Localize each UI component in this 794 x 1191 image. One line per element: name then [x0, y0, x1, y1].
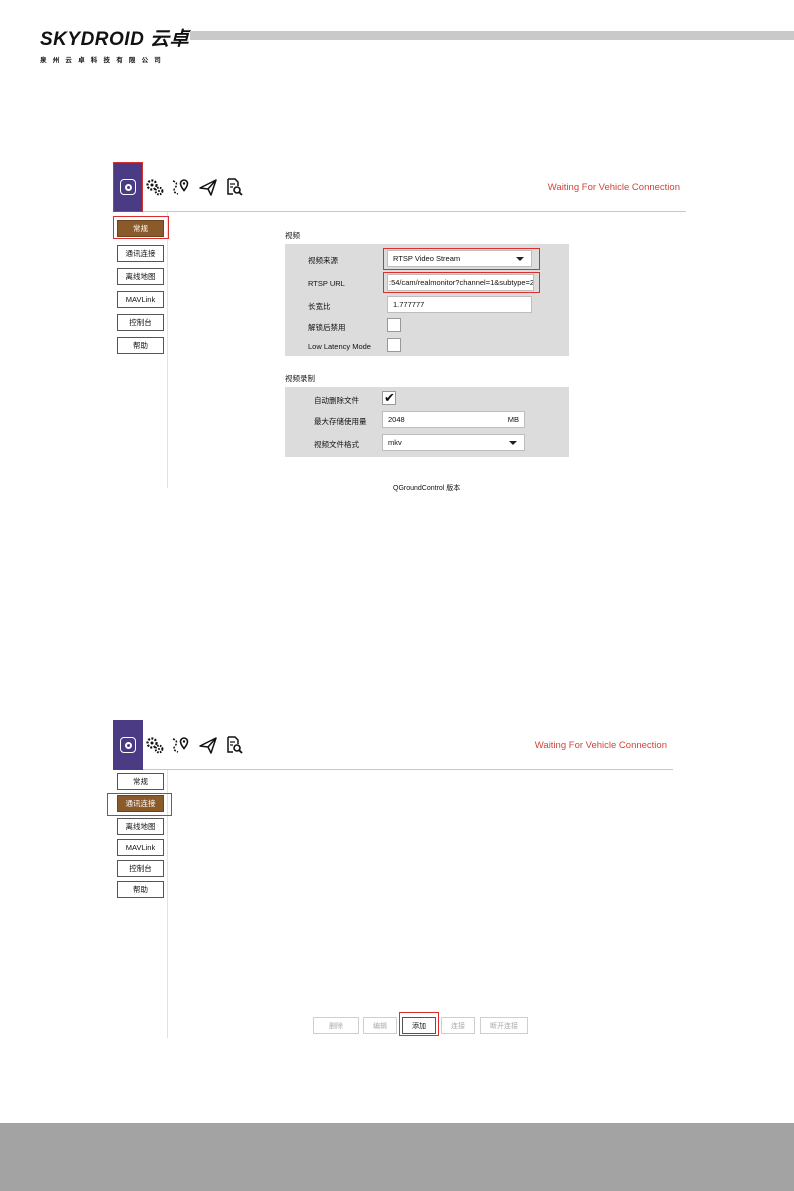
video-source-label: 视频来源: [308, 256, 338, 265]
brand-header: SKYDROID 云卓 泉州云卓科技有限公司: [40, 24, 189, 64]
qgc-home-button[interactable]: [113, 162, 143, 212]
aspect-ratio-label: 长宽比: [308, 302, 331, 311]
rtsp-url-input[interactable]: :54/cam/realmonitor?channel=1&subtype=2: [387, 274, 534, 291]
low-latency-label: Low Latency Mode: [308, 342, 371, 351]
auto-delete-label: 自动删除文件: [314, 396, 359, 405]
toolbar: Waiting For Vehicle Connection: [113, 162, 686, 212]
brand-logo: SKYDROID 云卓: [40, 29, 190, 50]
max-storage-unit: MB: [507, 415, 519, 424]
link-action-bar: 删除 编辑 添加 连接 断开连接: [313, 1017, 633, 1034]
edit-link-button[interactable]: 编辑: [363, 1017, 397, 1034]
route-waypoint-icon[interactable]: [170, 177, 190, 197]
recording-settings-panel: 自动删除文件 ✔ 最大存储使用量 2048 MB 视频文件格式 mkv: [285, 387, 569, 457]
paper-plane-icon[interactable]: [198, 735, 218, 755]
paper-plane-icon[interactable]: [198, 177, 218, 197]
qgc-version-label: QGroundControl 版本: [393, 485, 461, 492]
video-format-value: mkv: [388, 438, 402, 447]
toolbar: Waiting For Vehicle Connection: [113, 720, 673, 770]
video-format-select[interactable]: mkv: [382, 434, 525, 451]
vehicle-connection-status: Waiting For Vehicle Connection: [534, 740, 667, 751]
disconnect-button[interactable]: 断开连接: [480, 1017, 528, 1034]
max-storage-input[interactable]: 2048 MB: [382, 411, 525, 428]
qgc-logo-icon: [120, 179, 136, 195]
sidebar-item-offline-maps[interactable]: 离线地图: [117, 268, 164, 285]
aspect-ratio-input[interactable]: 1.777777: [387, 296, 532, 313]
screenshot-general-settings: Waiting For Vehicle Connection 常规 通讯连接 离…: [113, 162, 686, 492]
delete-link-button[interactable]: 删除: [313, 1017, 359, 1034]
dropdown-arrow-icon: [509, 441, 517, 445]
sidebar-item-help[interactable]: 帮助: [117, 881, 164, 898]
footer-bar: [0, 1123, 794, 1191]
vehicle-connection-status: Waiting For Vehicle Connection: [547, 182, 680, 193]
gears-icon[interactable]: [145, 177, 165, 197]
auto-delete-checkbox[interactable]: ✔: [382, 390, 396, 405]
document-search-icon[interactable]: [224, 735, 244, 755]
route-waypoint-icon[interactable]: [170, 735, 190, 755]
low-latency-checkbox[interactable]: [387, 338, 401, 352]
settings-sidebar: 常规 通讯连接 离线地图 MAVLink 控制台 帮助: [113, 770, 168, 1038]
sidebar-item-console[interactable]: 控制台: [117, 314, 164, 331]
video-source-value: RTSP Video Stream: [393, 254, 461, 263]
disable-when-armed-label: 解锁后禁用: [308, 323, 346, 332]
qgc-logo-icon: [120, 737, 136, 753]
sidebar-item-offline-maps[interactable]: 离线地图: [117, 818, 164, 835]
video-section-title: 视频: [285, 231, 300, 240]
sidebar-item-general[interactable]: 常规: [117, 773, 164, 790]
sidebar-item-help[interactable]: 帮助: [117, 337, 164, 354]
gears-icon[interactable]: [145, 735, 165, 755]
brand-subtitle: 泉州云卓科技有限公司: [40, 56, 167, 64]
sidebar-item-mavlink[interactable]: MAVLink: [117, 839, 164, 856]
dropdown-arrow-icon: [516, 257, 524, 261]
rtsp-url-label: RTSP URL: [308, 279, 345, 288]
sidebar-item-general[interactable]: 常规: [117, 220, 164, 237]
video-format-label: 视频文件格式: [314, 440, 359, 449]
settings-sidebar: 常规 通讯连接 离线地图 MAVLink 控制台 帮助: [113, 212, 168, 488]
sidebar-item-comm-links[interactable]: 通讯连接: [117, 245, 164, 262]
max-storage-value: 2048: [388, 415, 405, 424]
connect-button[interactable]: 连接: [441, 1017, 475, 1034]
sidebar-item-mavlink[interactable]: MAVLink: [117, 291, 164, 308]
screenshot-comm-links: Waiting For Vehicle Connection 常规 通讯连接 离…: [107, 720, 673, 1038]
recording-section-title: 视频录制: [285, 374, 315, 383]
document-search-icon[interactable]: [224, 177, 244, 197]
header-divider-bar: [190, 31, 794, 40]
qgc-home-button[interactable]: [113, 720, 143, 770]
max-storage-label: 最大存储使用量: [314, 417, 367, 426]
sidebar-item-comm-links[interactable]: 通讯连接: [117, 795, 164, 812]
add-link-button[interactable]: 添加: [402, 1017, 436, 1034]
video-settings-panel: 视频来源 RTSP Video Stream RTSP URL :54/cam/…: [285, 244, 569, 356]
disable-when-armed-checkbox[interactable]: [387, 318, 401, 332]
video-source-select[interactable]: RTSP Video Stream: [387, 250, 532, 267]
sidebar-item-console[interactable]: 控制台: [117, 860, 164, 877]
checkmark-icon: ✔: [384, 390, 395, 405]
